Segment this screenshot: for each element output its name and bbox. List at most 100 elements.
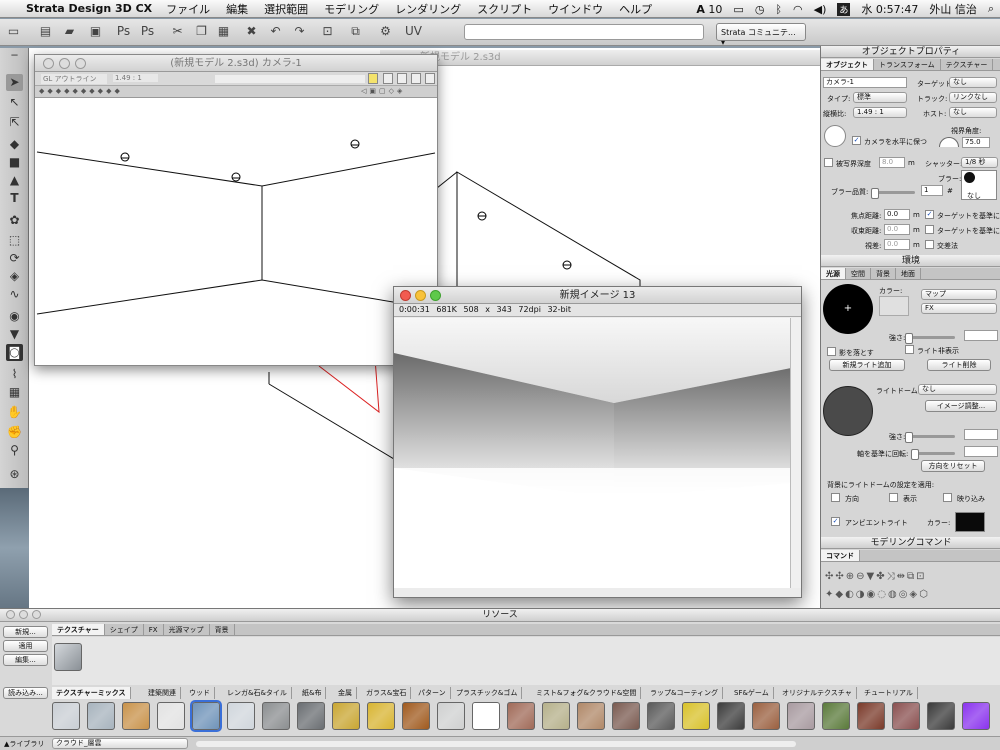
- tab-fx[interactable]: FX: [144, 624, 164, 635]
- text-tool-icon[interactable]: T: [6, 190, 23, 207]
- map-select[interactable]: マップ: [921, 289, 997, 300]
- texture-swatch[interactable]: [87, 702, 115, 730]
- camera-tool-icon[interactable]: ◙: [6, 344, 23, 361]
- rotate-slider[interactable]: [911, 449, 955, 460]
- direction-checkbox[interactable]: [831, 493, 840, 502]
- adobe-icon[interactable]: A 10: [696, 3, 722, 16]
- link-tool-icon[interactable]: ⌇: [6, 366, 23, 383]
- polygon-tool-icon[interactable]: ▲: [6, 172, 23, 189]
- category-tab-wrap[interactable]: ラップ&コーティング: [646, 687, 724, 699]
- redo-icon[interactable]: ↷: [292, 24, 307, 39]
- background-window-title[interactable]: 新規モデル 2.s3d: [380, 50, 820, 66]
- texture-swatch[interactable]: [332, 702, 360, 730]
- boolean-tool-icon[interactable]: ◈: [6, 268, 23, 285]
- rendered-image[interactable]: [394, 318, 791, 588]
- tab-shapes[interactable]: シェイプ: [105, 624, 144, 635]
- paste-icon[interactable]: ▦: [216, 24, 231, 39]
- env-color-swatch[interactable]: [879, 296, 909, 316]
- render-tool-icon[interactable]: ⊛: [6, 466, 23, 483]
- texture-swatch[interactable]: [717, 702, 745, 730]
- category-tab-plastic[interactable]: プラスチック&ゴム: [452, 687, 523, 699]
- new-doc-icon[interactable]: ▤: [38, 24, 53, 39]
- converge-target-checkbox[interactable]: [925, 225, 934, 234]
- texture-swatch[interactable]: [787, 702, 815, 730]
- library-toggle[interactable]: ▲ライブラリ: [4, 739, 44, 749]
- modeling-command-icons[interactable]: ✣✣⊕⊖▼✤⤨⇹⧉⊡ ✦◆◐◑◉◌◍◎◈⬡: [825, 568, 930, 604]
- texture-swatch[interactable]: [542, 702, 570, 730]
- tab-backgrounds[interactable]: 背景: [210, 624, 235, 635]
- camera-view-slider[interactable]: [215, 75, 365, 83]
- rect-tool-icon[interactable]: ■: [6, 154, 23, 171]
- ambient-light-checkbox[interactable]: ✓: [831, 517, 840, 526]
- app-name-menu[interactable]: Strata Design 3D CX: [26, 2, 152, 15]
- edit-resource-button[interactable]: 編集...: [3, 654, 48, 666]
- undo-icon[interactable]: ↶: [268, 24, 283, 39]
- tab-ground[interactable]: 地面: [896, 268, 921, 279]
- open-folder-icon[interactable]: ▰: [62, 24, 77, 39]
- texture-swatch[interactable]: [52, 702, 80, 730]
- texture-swatch[interactable]: [507, 702, 535, 730]
- focus-field[interactable]: 0.0: [884, 209, 910, 220]
- dome-strength-slider[interactable]: [905, 432, 955, 443]
- texture-swatch[interactable]: [962, 702, 990, 730]
- community-select[interactable]: Strata コミュニテ... ▾: [716, 23, 806, 47]
- minimize-icon[interactable]: [59, 58, 70, 69]
- target-select[interactable]: なし: [949, 77, 997, 88]
- object-name-field[interactable]: カメラ-1: [823, 77, 907, 88]
- collapse-icon[interactable]: ‾: [6, 52, 23, 69]
- show-checkbox[interactable]: [889, 493, 898, 502]
- modeling-commands-header[interactable]: モデリングコマンド: [821, 537, 1000, 549]
- category-tab-original[interactable]: オリジナルテクスチャ: [778, 687, 857, 699]
- group-select-icon[interactable]: ⇱: [6, 114, 23, 131]
- photoshop-export-icon[interactable]: Ps: [140, 24, 155, 39]
- texture-swatch[interactable]: [472, 702, 500, 730]
- dof-checkbox[interactable]: [824, 158, 833, 167]
- select-tool-icon[interactable]: ➤: [6, 74, 23, 91]
- rotate-view-icon[interactable]: ✊: [6, 424, 23, 441]
- tab-space[interactable]: 空間: [846, 268, 871, 279]
- clock[interactable]: 水 0:57:47: [861, 1, 918, 17]
- menu-window[interactable]: ウインドウ: [548, 1, 603, 17]
- tab-background[interactable]: 背景: [871, 268, 896, 279]
- document-texture-thumb[interactable]: [54, 643, 82, 671]
- photoshop-icon[interactable]: Ps: [116, 24, 131, 39]
- tab-lights[interactable]: 光源: [821, 268, 846, 279]
- delete-light-button[interactable]: ライト削除: [927, 359, 991, 371]
- category-tab-architecture[interactable]: 建築関連: [144, 687, 181, 699]
- light-dome-sphere[interactable]: [823, 386, 873, 436]
- category-tab-mix[interactable]: テクスチャーミックス: [52, 687, 131, 699]
- spotlight-icon[interactable]: ⌕: [988, 2, 994, 16]
- camera-window[interactable]: (新規モデル 2.s3d) カメラ-1 GL アウトライン 1.49 : 1 ◆…: [34, 54, 438, 366]
- input-method-icon[interactable]: あ: [837, 2, 851, 16]
- shutter-select[interactable]: 1/8 秒: [961, 157, 998, 168]
- menu-rendering[interactable]: レンダリング: [395, 1, 461, 17]
- render-window[interactable]: 新規イメージ 13 0:00:31 681K 508 x 343 72dpi 3…: [393, 286, 802, 598]
- environment-header[interactable]: 環境: [821, 255, 1000, 267]
- texture-swatch[interactable]: [892, 702, 920, 730]
- category-tab-glass[interactable]: ガラス&宝石: [362, 687, 412, 699]
- dof-field[interactable]: 8.0: [879, 157, 905, 168]
- bluetooth-icon[interactable]: ᛒ: [775, 3, 782, 16]
- fx-select[interactable]: FX: [921, 303, 997, 314]
- layout-icon-c[interactable]: [411, 73, 421, 84]
- lock-icon[interactable]: [368, 73, 378, 84]
- texture-swatch[interactable]: [612, 702, 640, 730]
- camera-rotation-dial[interactable]: [824, 125, 846, 147]
- texture-swatch[interactable]: [190, 700, 222, 732]
- dome-select[interactable]: なし: [918, 384, 997, 395]
- texture-swatch[interactable]: [927, 702, 955, 730]
- new-file-icon[interactable]: ▭: [6, 24, 21, 39]
- sweep-tool-icon[interactable]: ⟳: [6, 250, 23, 267]
- direct-select-icon[interactable]: ↖: [6, 94, 23, 111]
- close-icon[interactable]: [43, 58, 54, 69]
- menu-modeling[interactable]: モデリング: [324, 1, 379, 17]
- category-tab-brick[interactable]: レンガ&石&タイル: [223, 687, 292, 699]
- menu-selection[interactable]: 選択範囲: [264, 1, 308, 17]
- layout-icon-b[interactable]: [397, 73, 407, 84]
- texture-swatch[interactable]: [402, 702, 430, 730]
- tab-textures[interactable]: テクスチャー: [52, 624, 105, 635]
- volume-icon[interactable]: ◀): [814, 3, 827, 16]
- toolbar-search-field[interactable]: [464, 24, 704, 40]
- reset-direction-button[interactable]: 方向をリセット: [921, 460, 985, 472]
- blur-quality-slider[interactable]: [871, 188, 915, 199]
